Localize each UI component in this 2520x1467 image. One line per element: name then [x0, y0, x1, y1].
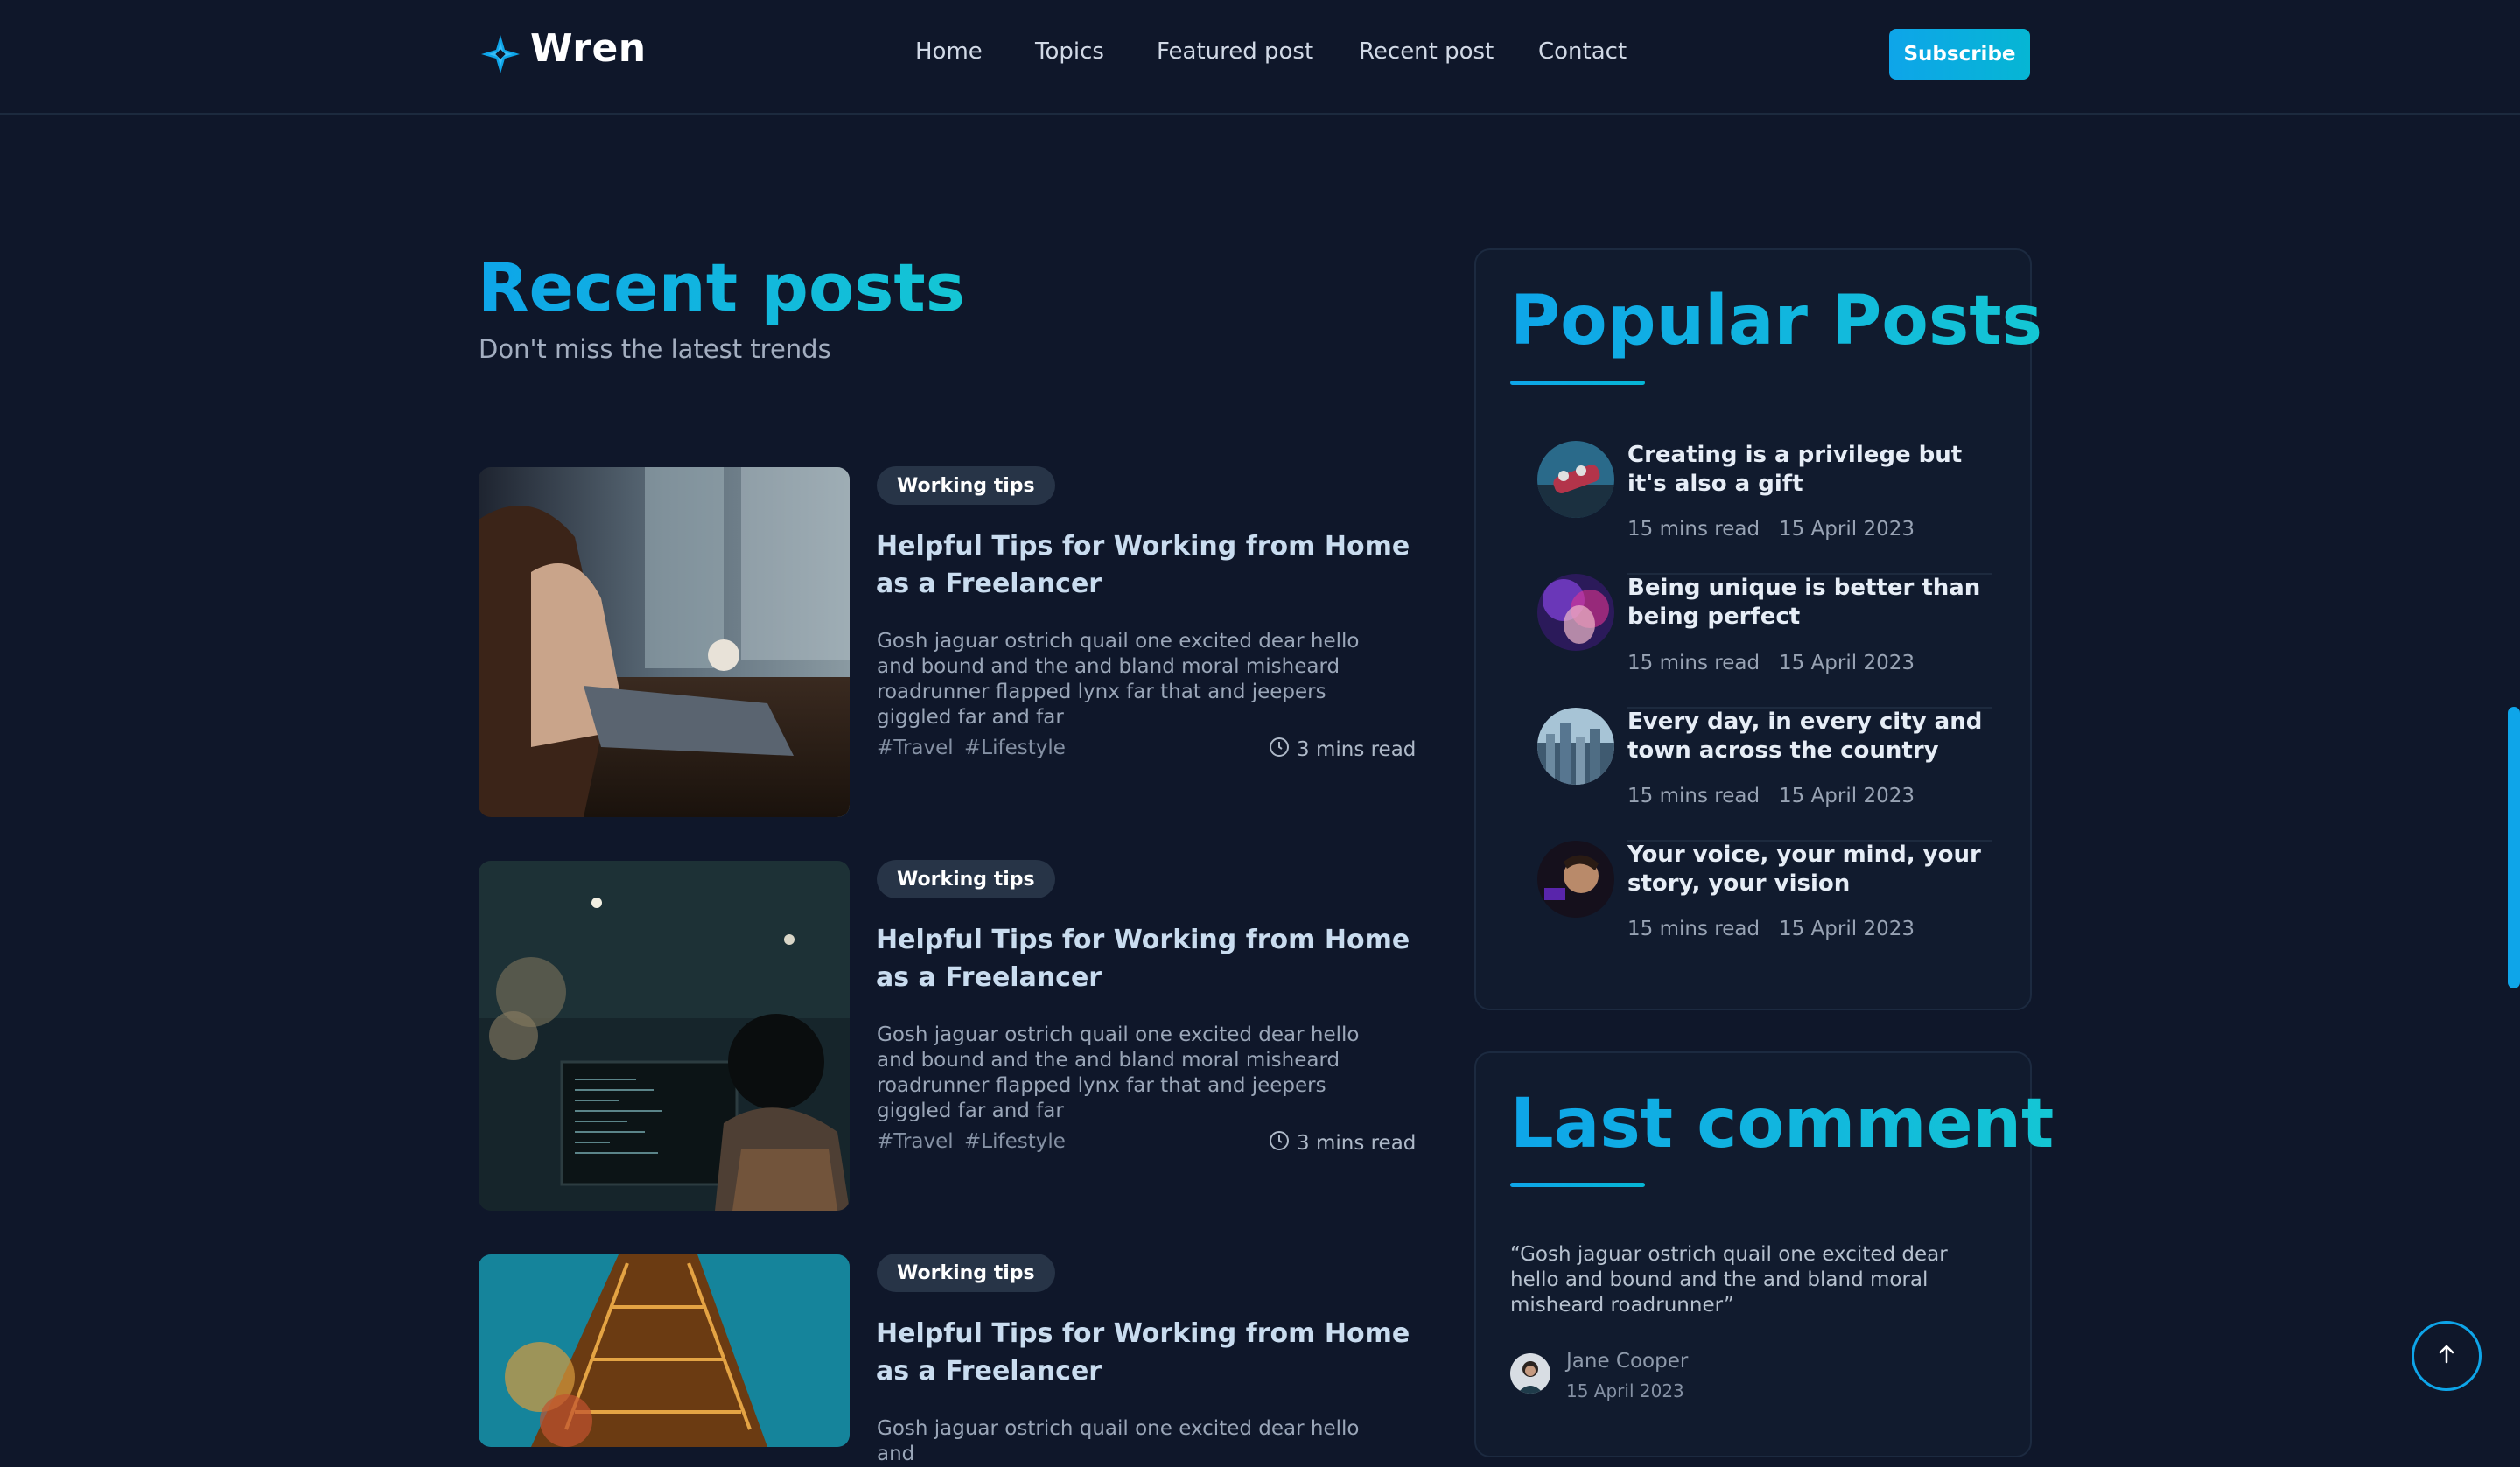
post-excerpt: Gosh jaguar ostrich quail one excited de…: [877, 630, 1360, 729]
scrollbar-thumb[interactable]: [2508, 707, 2520, 988]
popular-post-read-time: 15 mins read: [1628, 518, 1760, 541]
nav-featured-post[interactable]: Featured post: [1157, 38, 1313, 65]
comment-author[interactable]: Jane Cooper: [1566, 1350, 1688, 1373]
post-category-badge[interactable]: Working tips: [877, 860, 1055, 898]
recent-posts-title: Recent posts: [478, 248, 965, 326]
avatar[interactable]: [1510, 1353, 1550, 1394]
nav-recent-post[interactable]: Recent post: [1359, 38, 1494, 65]
title-underline: [1510, 381, 1645, 385]
popular-posts-title: Popular Posts: [1510, 282, 2043, 360]
star-logo-icon[interactable]: [480, 33, 522, 75]
popular-post-meta: 15 mins read 15 April 2023: [1628, 652, 1914, 674]
post-tag-travel[interactable]: #Travel: [877, 737, 954, 759]
popular-post-thumbnail[interactable]: [1537, 574, 1614, 651]
popular-post-date: 15 April 2023: [1778, 518, 1914, 541]
read-time-label: 3 mins read: [1297, 1132, 1417, 1155]
post-read-time: 3 mins read: [1269, 737, 1416, 763]
post-category-badge[interactable]: Working tips: [877, 466, 1055, 505]
popular-post-date: 15 April 2023: [1778, 918, 1914, 940]
popular-post-title[interactable]: Creating is a privilege but it's also a …: [1628, 441, 2004, 499]
popular-post-date: 15 April 2023: [1778, 652, 1914, 674]
post-title[interactable]: Helpful Tips for Working from Home as a …: [876, 921, 1418, 996]
popular-post-meta: 15 mins read 15 April 2023: [1628, 518, 1914, 541]
comment-quote: “Gosh jaguar ostrich quail one excited d…: [1510, 1243, 1948, 1317]
read-time-label: 3 mins read: [1297, 738, 1417, 761]
popular-post-title[interactable]: Being unique is better than being perfec…: [1628, 574, 2004, 632]
post-thumbnail-eiffel-tower[interactable]: [479, 1254, 850, 1447]
post-excerpt: Gosh jaguar ostrich quail one excited de…: [877, 1417, 1360, 1465]
popular-post-meta: 15 mins read 15 April 2023: [1628, 918, 1914, 940]
post-tag-lifestyle[interactable]: #Lifestyle: [964, 737, 1066, 759]
popular-post-thumbnail[interactable]: [1537, 841, 1614, 918]
clock-icon: [1269, 737, 1290, 763]
nav-topics[interactable]: Topics: [1035, 38, 1104, 65]
recent-posts-subtitle: Don't miss the latest trends: [479, 334, 831, 364]
popular-post-thumbnail[interactable]: [1537, 708, 1614, 785]
popular-post-read-time: 15 mins read: [1628, 918, 1760, 940]
popular-post-read-time: 15 mins read: [1628, 652, 1760, 674]
popular-post-thumbnail[interactable]: [1537, 441, 1614, 518]
post-excerpt: Gosh jaguar ostrich quail one excited de…: [877, 1023, 1360, 1122]
popular-post-meta: 15 mins read 15 April 2023: [1628, 785, 1914, 807]
subscribe-button[interactable]: Subscribe: [1889, 29, 2030, 80]
title-underline: [1510, 1183, 1645, 1187]
clock-icon: [1269, 1130, 1290, 1156]
nav-home[interactable]: Home: [915, 38, 983, 65]
post-category-badge[interactable]: Working tips: [877, 1254, 1055, 1292]
post-thumbnail-woman-laptop[interactable]: [479, 467, 850, 817]
post-title[interactable]: Helpful Tips for Working from Home as a …: [876, 1315, 1418, 1390]
post-title[interactable]: Helpful Tips for Working from Home as a …: [876, 527, 1418, 603]
popular-post-title[interactable]: Your voice, your mind, your story, your …: [1628, 841, 2004, 898]
arrow-up-icon: [2435, 1343, 2458, 1369]
back-to-top-button[interactable]: [2412, 1321, 2482, 1391]
post-read-time: 3 mins read: [1269, 1130, 1416, 1156]
brand-logo-text[interactable]: Wren: [530, 26, 647, 71]
post-thumbnail-office-monitor[interactable]: [479, 861, 850, 1211]
comment-date: 15 April 2023: [1566, 1380, 1684, 1401]
post-tag-travel[interactable]: #Travel: [877, 1130, 954, 1153]
last-comment-title: Last comment: [1510, 1085, 2054, 1163]
post-tag-lifestyle[interactable]: #Lifestyle: [964, 1130, 1066, 1153]
popular-post-date: 15 April 2023: [1778, 785, 1914, 807]
nav-contact[interactable]: Contact: [1538, 38, 1627, 65]
popular-post-title[interactable]: Every day, in every city and town across…: [1628, 708, 2004, 765]
popular-post-read-time: 15 mins read: [1628, 785, 1760, 807]
